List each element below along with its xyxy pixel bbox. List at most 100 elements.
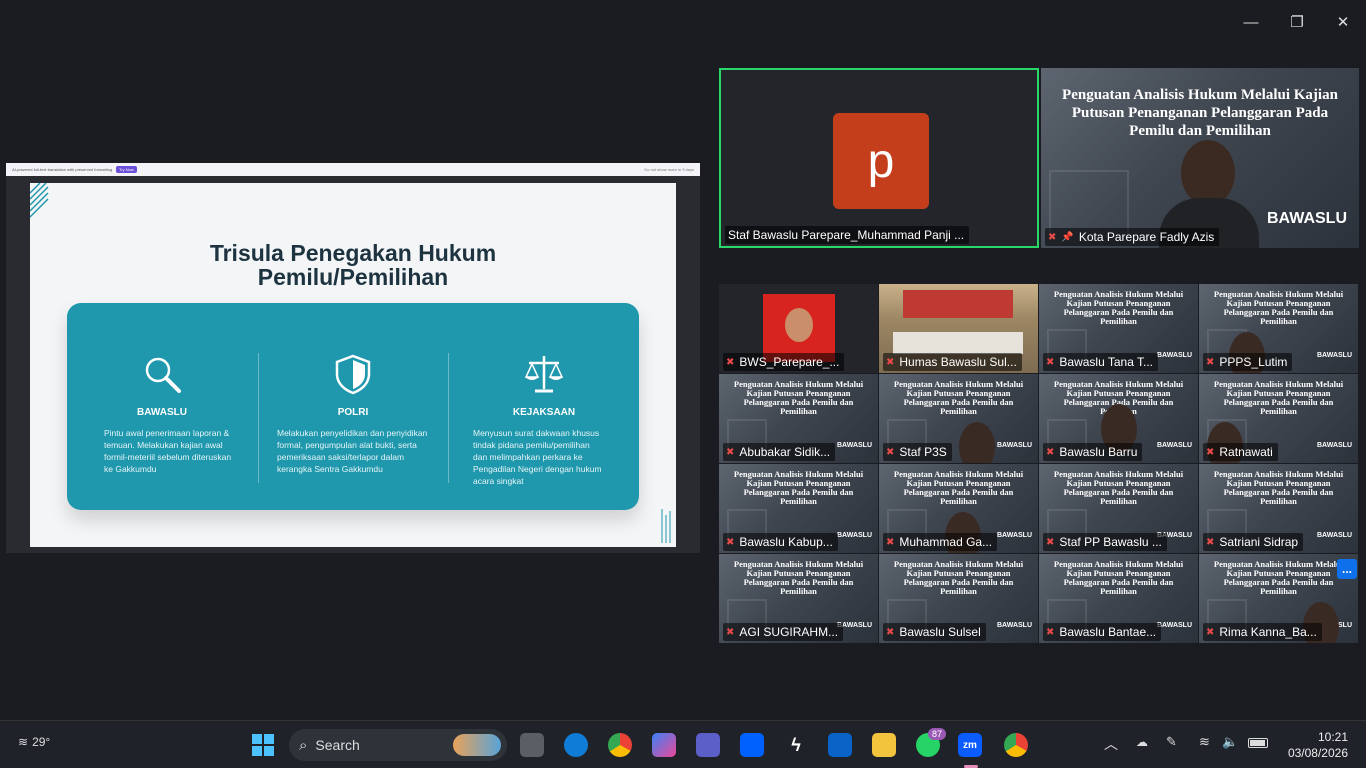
participant-tile-pinned[interactable]: Penguatan Analisis Hukum Melalui Kajian …	[1041, 68, 1359, 248]
bawaslu-logo: BAWASLU	[1157, 352, 1192, 359]
participant-tile[interactable]: Penguatan Analisis Hukum Melalui Kajian …	[1199, 554, 1358, 643]
participant-name: ✖ Rima Kanna_Ba...	[1203, 623, 1322, 641]
virtual-background-title: Penguatan Analisis Hukum Melalui Kajian …	[1213, 379, 1344, 416]
slide-title: Trisula Penegakan Hukum Pemilu/Pemilihan	[209, 240, 497, 290]
pen-icon[interactable]: ✎	[1166, 734, 1177, 750]
weather-icon: ≋	[18, 735, 29, 749]
column-text: Melakukan penyelidikan dan penyidikan fo…	[277, 428, 428, 474]
participant-tile[interactable]: Penguatan Analisis Hukum Melalui Kajian …	[1039, 374, 1198, 463]
participant-name: ✖ Humas Bawaslu Sul...	[883, 353, 1022, 371]
participant-tile[interactable]: ✖ BWS_Parepare_...	[719, 284, 878, 373]
search-box[interactable]: ⌕ Search	[289, 729, 507, 761]
participant-tile[interactable]: Penguatan Analisis Hukum Melalui Kajian …	[719, 374, 878, 463]
app-lightning-icon[interactable]: ϟ	[784, 733, 808, 757]
edge-icon[interactable]	[564, 733, 588, 757]
virtual-background-title: Penguatan Analisis Hukum Melalui Kajian …	[893, 559, 1024, 596]
close-button[interactable]: ✕	[1331, 10, 1355, 34]
participant-name: ✖ BWS_Parepare_...	[723, 353, 845, 371]
time: 10:21	[1317, 730, 1348, 744]
chrome-profile-icon[interactable]	[1004, 733, 1028, 757]
clock[interactable]: 10:21 03/08/2026	[1288, 729, 1348, 761]
outlook-icon[interactable]	[828, 733, 852, 757]
bawaslu-logo: BAWASLU	[1267, 210, 1347, 227]
weather-widget[interactable]: ≋ 29°	[18, 735, 50, 749]
copilot-icon[interactable]	[652, 733, 676, 757]
virtual-background-title: Penguatan Analisis Hukum Melalui Kajian …	[1213, 289, 1344, 326]
search-icon: ⌕	[299, 736, 308, 754]
taskbar: ≋ 29° ⌕ Search ϟ 87 zm ︿ ☁ ✎ ≋ 🔈 10:21 03…	[0, 720, 1366, 768]
participant-name: ✖ Bawaslu Kabup...	[723, 533, 838, 551]
teams-icon[interactable]	[696, 733, 720, 757]
wifi-icon[interactable]: ≋	[1199, 734, 1210, 750]
mic-muted-icon: ✖	[886, 446, 895, 458]
bawaslu-logo: BAWASLU	[837, 442, 872, 449]
mic-muted-icon: ✖	[726, 626, 735, 638]
bawaslu-logo: BAWASLU	[997, 442, 1032, 449]
virtual-background-title: Penguatan Analisis Hukum Melalui Kajian …	[1213, 469, 1344, 506]
virtual-background-title: Penguatan Analisis Hukum Melalui Kajian …	[1062, 87, 1338, 139]
participant-name: ✖ Ratnawati	[1203, 443, 1278, 461]
cloud-icon[interactable]: ☁	[1136, 735, 1148, 749]
participant-photo	[763, 294, 835, 362]
bawaslu-logo: BAWASLU	[1317, 352, 1352, 359]
participant-tile[interactable]: Penguatan Analisis Hukum Melalui Kajian …	[1039, 464, 1198, 553]
mic-muted-icon: ✖	[1046, 536, 1055, 548]
column-kejaksaan: KEJAKSAAN Menyusun surat dakwaan khusus …	[449, 303, 639, 510]
column-heading: BAWASLU	[137, 407, 187, 418]
participant-tile-active[interactable]: p Staf Bawaslu Parepare_Muhammad Panji .…	[719, 68, 1039, 248]
chevron-up-icon[interactable]: ︿	[1104, 734, 1118, 754]
participant-tile[interactable]: Penguatan Analisis Hukum Melalui Kajian …	[879, 464, 1038, 553]
participant-tile[interactable]: Penguatan Analisis Hukum Melalui Kajian …	[719, 554, 878, 643]
participant-name: ✖ Bawaslu Bantae...	[1043, 623, 1162, 641]
virtual-background-title: Penguatan Analisis Hukum Melalui Kajian …	[1053, 289, 1184, 326]
virtual-background-title: Penguatan Analisis Hukum Melalui Kajian …	[733, 379, 864, 416]
participant-tile[interactable]: Penguatan Analisis Hukum Melalui Kajian …	[719, 464, 878, 553]
mic-muted-icon: ✖	[1048, 231, 1057, 243]
participant-name: ✖ Bawaslu Tana T...	[1043, 353, 1159, 371]
column-heading: POLRI	[337, 407, 369, 418]
stripes-decoration	[30, 183, 49, 218]
participant-tile[interactable]: ✖ Humas Bawaslu Sul...	[879, 284, 1038, 373]
mic-muted-icon: ✖	[726, 356, 735, 368]
volume-icon[interactable]: 🔈	[1222, 734, 1238, 750]
participant-tile[interactable]: Penguatan Analisis Hukum Melalui Kajian …	[1199, 464, 1358, 553]
column-polri: POLRI Melakukan penyelidikan dan penyidi…	[259, 303, 447, 510]
mic-muted-icon: ✖	[1046, 356, 1055, 368]
pin-icon: 📌	[1061, 231, 1074, 243]
participant-tile[interactable]: Penguatan Analisis Hukum Melalui Kajian …	[879, 554, 1038, 643]
dismiss-link[interactable]: Do not show more in 3 days	[644, 167, 694, 172]
start-button[interactable]	[251, 733, 275, 757]
bawaslu-logo: BAWASLU	[1157, 442, 1192, 449]
participant-tile[interactable]: Penguatan Analisis Hukum Melalui Kajian …	[1199, 284, 1358, 373]
mic-muted-icon: ✖	[886, 536, 895, 548]
battery-icon[interactable]	[1248, 738, 1268, 748]
zoom-icon[interactable]: zm	[958, 733, 982, 757]
mic-muted-icon: ✖	[1206, 536, 1215, 548]
mic-muted-icon: ✖	[726, 446, 735, 458]
bawaslu-logo: BAWASLU	[997, 532, 1032, 539]
translation-bar-text: AI-powered full-text translation with pr…	[12, 167, 113, 172]
participant-tile[interactable]: Penguatan Analisis Hukum Melalui Kajian …	[1039, 554, 1198, 643]
participant-tile[interactable]: Penguatan Analisis Hukum Melalui Kajian …	[1039, 284, 1198, 373]
file-explorer-icon[interactable]	[872, 733, 896, 757]
try-now-button[interactable]: Try Now	[116, 166, 137, 173]
dropbox-icon[interactable]	[740, 733, 764, 757]
lines-decoration	[661, 509, 671, 543]
virtual-background-title: Penguatan Analisis Hukum Melalui Kajian …	[733, 559, 864, 596]
more-participants-button[interactable]: ...	[1337, 559, 1357, 579]
banner	[903, 290, 1013, 318]
mic-muted-icon: ✖	[886, 626, 895, 638]
participant-tile[interactable]: Penguatan Analisis Hukum Melalui Kajian …	[1199, 374, 1358, 463]
chrome-icon[interactable]	[608, 733, 632, 757]
zoom-meeting-window: — ❐ ✕ AI-powered full-text translation w…	[0, 0, 1366, 720]
mic-muted-icon: ✖	[1206, 356, 1215, 368]
virtual-background-title: Penguatan Analisis Hukum Melalui Kajian …	[733, 469, 864, 506]
mic-muted-icon: ✖	[886, 356, 895, 368]
task-view-icon[interactable]	[520, 733, 544, 757]
minimize-button[interactable]: —	[1239, 10, 1263, 34]
participant-name: ✖ Bawaslu Sulsel	[883, 623, 986, 641]
mic-muted-icon: ✖	[1046, 446, 1055, 458]
participant-tile[interactable]: Penguatan Analisis Hukum Melalui Kajian …	[879, 374, 1038, 463]
bawaslu-logo: BAWASLU	[1157, 622, 1192, 629]
restore-button[interactable]: ❐	[1285, 10, 1309, 34]
